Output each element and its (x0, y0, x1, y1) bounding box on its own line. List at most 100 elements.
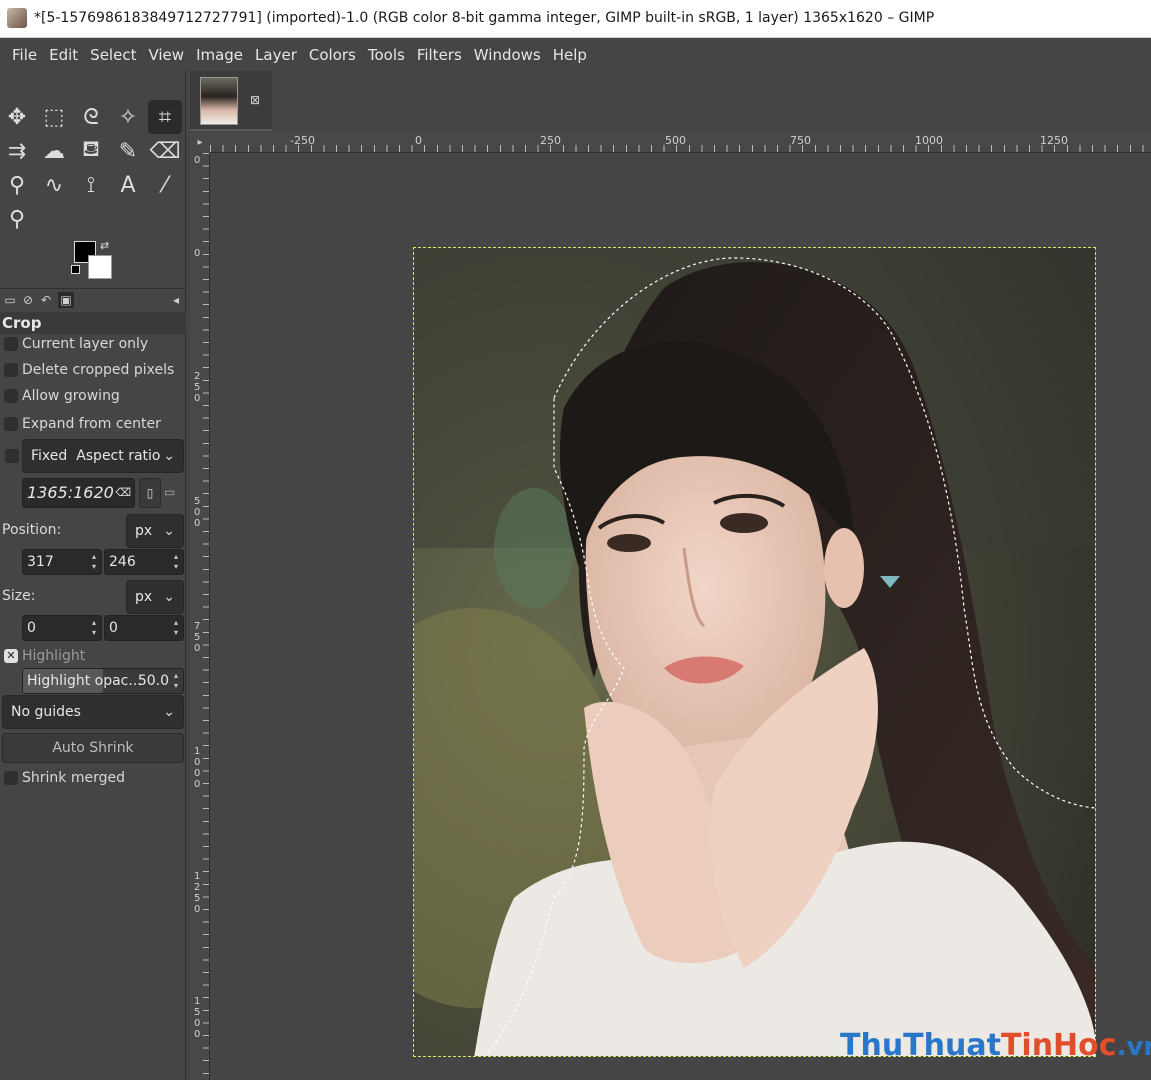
guides-dropdown[interactable]: No guides ⌄ (2, 695, 184, 729)
close-icon[interactable]: ⊠ (250, 93, 260, 107)
highlight-option[interactable]: ✕ Highlight (4, 645, 85, 667)
menu-colors[interactable]: Colors (303, 46, 362, 64)
photo-layer (413, 247, 1096, 1057)
position-x-input[interactable]: 317 ▴ ▾ (22, 549, 102, 575)
spin-arrows-icon[interactable]: ▴ ▾ (171, 618, 181, 638)
ruler-top-label: 1000 (915, 134, 943, 147)
dock-tabs: ▭ ⊘ ↶ ▣ ◂ (0, 288, 186, 310)
vertical-ruler: 0 0 250 500 750 1000 1250 1500 (190, 153, 210, 1080)
move-tool-icon[interactable]: ✥ (0, 100, 34, 134)
smudge-tool-icon[interactable]: ∿ (37, 168, 71, 202)
image-canvas[interactable] (210, 153, 1151, 1080)
shrink-merged-option[interactable]: Shrink merged (4, 767, 125, 789)
image-thumbnail (200, 77, 238, 125)
position-y-input[interactable]: 246 ▴ ▾ (104, 549, 184, 575)
fuzzy-select-tool-icon[interactable]: ✧ (111, 100, 145, 134)
landscape-icon[interactable]: ▭ (164, 485, 175, 499)
free-select-tool-icon[interactable]: ᘓ (74, 100, 108, 134)
shrink-merged-checkbox[interactable] (4, 771, 18, 785)
delete-cropped-checkbox[interactable] (4, 363, 18, 377)
ruler-left-label: 1250 (194, 871, 201, 915)
menu-view[interactable]: View (142, 46, 190, 64)
size-height-value: 0 (109, 620, 118, 636)
watermark-part2: TinHoc (1000, 1028, 1117, 1063)
chevron-down-icon: ⌄ (163, 523, 175, 539)
image-tab[interactable]: ⊠ (190, 71, 272, 131)
delete-cropped-label: Delete cropped pixels (22, 362, 175, 378)
menu-help[interactable]: Help (547, 46, 593, 64)
position-unit-dropdown[interactable]: px ⌄ (126, 514, 184, 548)
position-unit-value: px (135, 523, 153, 539)
delete-cropped-option[interactable]: Delete cropped pixels (4, 359, 174, 381)
watermark: ThuThuatTinHoc.vn (840, 1028, 1151, 1063)
eraser-tool-icon[interactable]: ⌫ (148, 134, 182, 168)
highlight-label: Highlight (22, 648, 86, 664)
expand-from-center-checkbox[interactable] (4, 417, 18, 431)
guides-value: No guides (11, 704, 81, 720)
menu-bar: File Edit Select View Image Layer Colors… (0, 39, 1151, 71)
menu-select[interactable]: Select (84, 46, 142, 64)
shrink-merged-label: Shrink merged (22, 770, 125, 786)
spin-arrows-icon[interactable]: ▴ ▾ (171, 671, 181, 691)
ruler-top-label: 750 (790, 134, 811, 147)
bucket-fill-tool-icon[interactable]: ⛾ (74, 134, 108, 168)
unified-transform-tool-icon[interactable]: ⇉ (0, 134, 34, 168)
size-height-input[interactable]: 0 ▴ ▾ (104, 615, 184, 641)
device-status-tab-icon[interactable]: ⊘ (20, 292, 36, 308)
images-tab-icon[interactable]: ▣ (58, 292, 74, 308)
background-color-swatch[interactable] (88, 255, 112, 279)
quick-mask-toggle-icon[interactable]: ▸ (190, 133, 210, 153)
title-bar: *[5-1576986183849712727791] (imported)-1… (0, 0, 1151, 38)
menu-file[interactable]: File (6, 46, 43, 64)
fixed-checkbox[interactable] (5, 449, 19, 463)
aspect-ratio-input[interactable]: 1365:1620 ⌫ (22, 478, 135, 508)
spin-arrows-icon[interactable]: ▴ ▾ (89, 618, 99, 638)
horizontal-ruler: -250 0 250 500 750 1000 1250 (210, 133, 1151, 153)
swap-colors-icon[interactable]: ⇄ (100, 239, 109, 252)
ruler-left-label: 0 (194, 248, 201, 259)
warp-transform-tool-icon[interactable]: ☁ (37, 134, 71, 168)
ruler-left-label: 750 (194, 621, 201, 654)
menu-image[interactable]: Image (190, 46, 249, 64)
current-layer-only-option[interactable]: Current layer only (4, 333, 148, 355)
rect-select-tool-icon[interactable]: ⬚ (37, 100, 71, 134)
portrait-icon[interactable]: ▯ (139, 478, 161, 508)
text-tool-icon[interactable]: A (111, 168, 145, 202)
size-unit-dropdown[interactable]: px ⌄ (126, 580, 184, 614)
allow-growing-checkbox[interactable] (4, 389, 18, 403)
clone-tool-icon[interactable]: ⚲ (0, 168, 34, 202)
tool-options-tab-icon[interactable]: ▭ (2, 292, 18, 308)
expand-from-center-option[interactable]: Expand from center (4, 413, 161, 435)
ruler-top-label: -250 (290, 134, 315, 147)
menu-filters[interactable]: Filters (411, 46, 468, 64)
menu-edit[interactable]: Edit (43, 46, 84, 64)
ruler-left-label: 1500 (194, 996, 201, 1040)
default-colors-icon[interactable] (71, 265, 80, 274)
watermark-part3: .vn (1116, 1032, 1151, 1062)
position-y-value: 246 (109, 554, 136, 570)
paths-tool-icon[interactable]: ⟟ (74, 168, 108, 202)
allow-growing-label: Allow growing (22, 388, 120, 404)
highlight-checkbox[interactable]: ✕ (4, 649, 18, 663)
highlight-opacity-slider[interactable]: Highlight opac... 50.0 ▴ ▾ (22, 668, 184, 694)
size-width-value: 0 (27, 620, 36, 636)
fixed-mode-dropdown[interactable]: Fixed Aspect ratio ⌄ (22, 439, 184, 473)
zoom-tool-icon[interactable]: ⚲ (0, 202, 34, 236)
ruler-top-label: 500 (665, 134, 686, 147)
clear-entry-icon[interactable]: ⌫ (115, 479, 131, 507)
allow-growing-option[interactable]: Allow growing (4, 385, 120, 407)
spin-arrows-icon[interactable]: ▴ ▾ (171, 552, 181, 572)
crop-tool-icon[interactable]: ⌗ (148, 100, 182, 134)
undo-history-tab-icon[interactable]: ↶ (38, 292, 54, 308)
dock-menu-icon[interactable]: ◂ (168, 292, 184, 308)
menu-tools[interactable]: Tools (362, 46, 411, 64)
paintbrush-tool-icon[interactable]: ✎ (111, 134, 145, 168)
menu-windows[interactable]: Windows (468, 46, 547, 64)
spin-arrows-icon[interactable]: ▴ ▾ (89, 552, 99, 572)
auto-shrink-button[interactable]: Auto Shrink (2, 733, 184, 763)
color-picker-tool-icon[interactable]: ⁄ (148, 168, 182, 202)
current-layer-only-checkbox[interactable] (4, 337, 18, 351)
menu-layer[interactable]: Layer (249, 46, 303, 64)
image-tabs-bar: ⊠ (188, 71, 1151, 131)
size-width-input[interactable]: 0 ▴ ▾ (22, 615, 102, 641)
